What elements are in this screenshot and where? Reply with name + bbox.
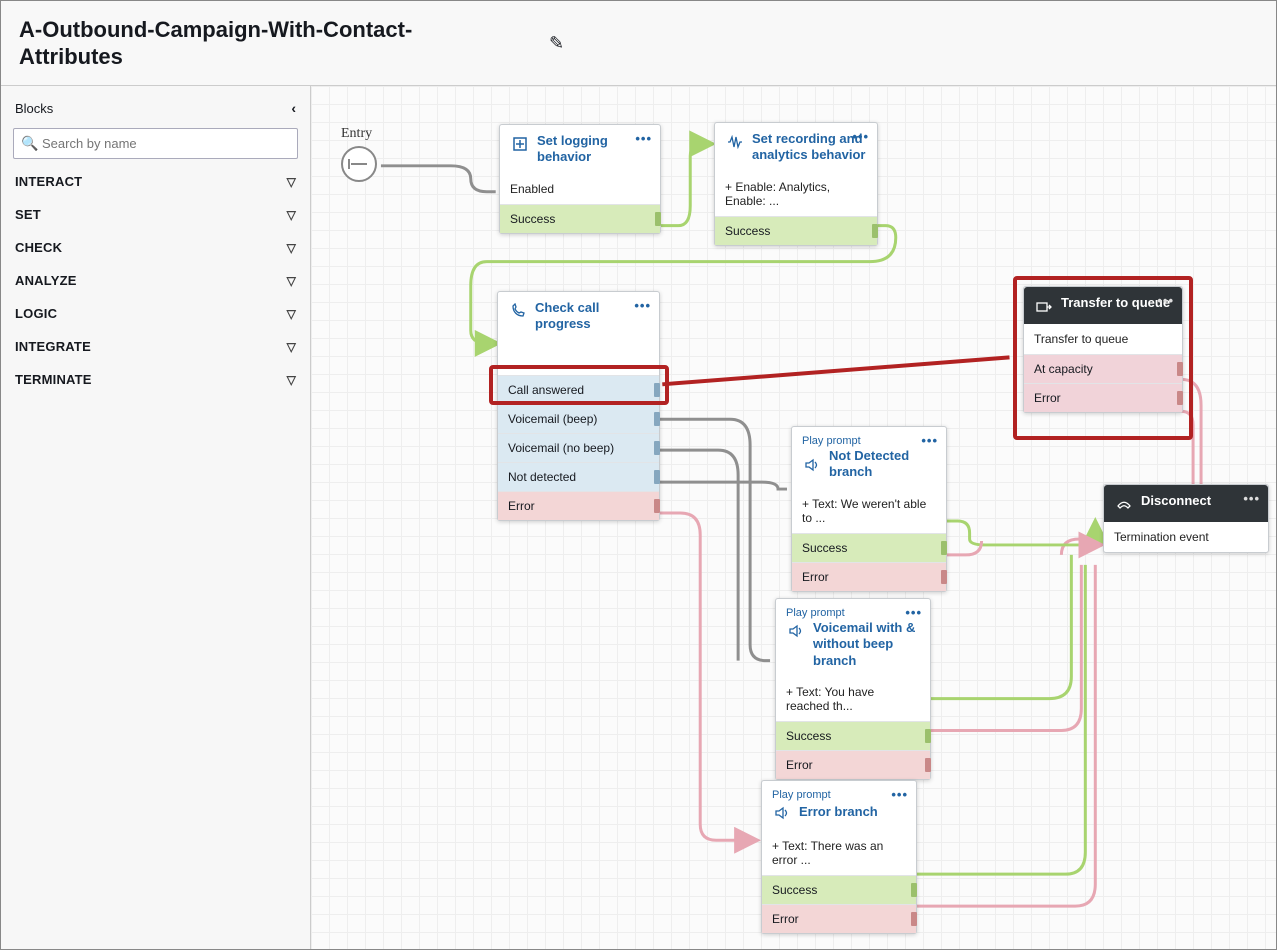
node-play-prompt-not-detected[interactable]: Play prompt Not Detected branch ••• + Te… [791, 426, 947, 592]
node-body [498, 341, 659, 375]
category-terminate[interactable]: TERMINATE▽ [1, 363, 310, 396]
outcome-error[interactable]: Error [762, 904, 916, 933]
speaker-icon [802, 455, 822, 475]
sidebar-header: Blocks ‹ [1, 94, 310, 122]
entry-node[interactable]: Entry [341, 126, 377, 182]
queue-transfer-icon [1034, 296, 1054, 316]
node-play-prompt-error[interactable]: Play prompt Error branch ••• + Text: The… [761, 780, 917, 934]
analytics-waveform-icon [725, 132, 745, 152]
category-analyze[interactable]: ANALYZE▽ [1, 264, 310, 297]
node-eyebrow: Play prompt [786, 607, 845, 619]
search-input[interactable] [13, 128, 298, 159]
node-title: Set recording and analytics behavior [752, 131, 867, 164]
outcome-error[interactable]: Error [792, 562, 946, 591]
node-body: + Text: There was an error ... [762, 831, 916, 875]
node-menu-icon[interactable]: ••• [852, 129, 869, 144]
node-body: + Text: You have reached th... [776, 677, 930, 721]
category-interact[interactable]: INTERACT▽ [1, 165, 310, 198]
settings-icon [510, 134, 530, 154]
node-body: Transfer to queue [1024, 324, 1182, 354]
node-title: Check call progress [535, 300, 649, 333]
sidebar: Blocks ‹ 🔍 INTERACT▽ SET▽ CHECK▽ ANALYZE… [1, 86, 311, 949]
category-set[interactable]: SET▽ [1, 198, 310, 231]
outcome-error[interactable]: Error [776, 750, 930, 779]
collapse-sidebar-icon[interactable]: ‹ [291, 100, 296, 116]
speaker-icon [786, 621, 806, 641]
chevron-down-icon: ▽ [287, 340, 296, 354]
outcome-success[interactable]: Success [762, 875, 916, 904]
node-title: Error branch [799, 804, 878, 820]
main: Blocks ‹ 🔍 INTERACT▽ SET▽ CHECK▽ ANALYZE… [1, 86, 1276, 949]
node-title: Disconnect [1141, 493, 1211, 509]
flow-title: A-Outbound-Campaign-With-Contact-Attribu… [19, 16, 499, 71]
node-menu-icon[interactable]: ••• [634, 298, 651, 313]
category-logic[interactable]: LOGIC▽ [1, 297, 310, 330]
node-check-call-progress[interactable]: Check call progress ••• Call answered Vo… [497, 291, 660, 521]
node-set-recording[interactable]: Set recording and analytics behavior •••… [714, 122, 878, 246]
outcome-success[interactable]: Success [500, 204, 660, 233]
category-check[interactable]: CHECK▽ [1, 231, 310, 264]
node-body: + Text: We weren't able to ... [792, 489, 946, 533]
node-body: + Enable: Analytics, Enable: ... [715, 172, 877, 216]
outcome-call-answered[interactable]: Call answered [498, 375, 659, 404]
sidebar-title: Blocks [15, 101, 53, 116]
chevron-down-icon: ▽ [287, 175, 296, 189]
speaker-icon [772, 803, 792, 823]
entry-port-icon [341, 146, 377, 182]
node-menu-icon[interactable]: ••• [905, 605, 922, 620]
chevron-down-icon: ▽ [287, 274, 296, 288]
outcome-error[interactable]: Error [498, 491, 659, 520]
node-menu-icon[interactable]: ••• [891, 787, 908, 802]
disconnect-icon [1114, 494, 1134, 514]
chevron-down-icon: ▽ [287, 373, 296, 387]
chevron-down-icon: ▽ [287, 307, 296, 321]
node-title: Voicemail with & without beep branch [813, 620, 920, 669]
node-menu-icon[interactable]: ••• [921, 433, 938, 448]
search-icon: 🔍 [21, 135, 38, 152]
outcome-voicemail-nobeep[interactable]: Voicemail (no beep) [498, 433, 659, 462]
flow-canvas[interactable]: Entry Set logging behavior ••• Enabled S… [311, 86, 1276, 949]
node-menu-icon[interactable]: ••• [1157, 293, 1174, 308]
node-body: Enabled [500, 174, 660, 204]
phone-check-icon [508, 301, 528, 321]
edit-title-icon[interactable]: ✎ [549, 33, 564, 54]
node-transfer-to-queue[interactable]: Transfer to queue ••• Transfer to queue … [1023, 286, 1183, 413]
node-play-prompt-voicemail[interactable]: Play prompt Voicemail with & without bee… [775, 598, 931, 780]
chevron-down-icon: ▽ [287, 241, 296, 255]
outcome-at-capacity[interactable]: At capacity [1024, 354, 1182, 383]
app-frame: A-Outbound-Campaign-With-Contact-Attribu… [0, 0, 1277, 950]
entry-label: Entry [341, 126, 377, 146]
node-menu-icon[interactable]: ••• [635, 131, 652, 146]
outcome-success[interactable]: Success [776, 721, 930, 750]
outcome-voicemail-beep[interactable]: Voicemail (beep) [498, 404, 659, 433]
outcome-success[interactable]: Success [792, 533, 946, 562]
header: A-Outbound-Campaign-With-Contact-Attribu… [1, 1, 1276, 86]
node-disconnect[interactable]: Disconnect ••• Termination event [1103, 484, 1269, 553]
node-title: Set logging behavior [537, 133, 650, 166]
node-eyebrow: Play prompt [772, 789, 831, 801]
chevron-down-icon: ▽ [287, 208, 296, 222]
node-eyebrow: Play prompt [802, 435, 861, 447]
node-title: Transfer to queue [1061, 295, 1170, 311]
node-body: Termination event [1104, 522, 1268, 552]
node-menu-icon[interactable]: ••• [1243, 491, 1260, 506]
category-integrate[interactable]: INTEGRATE▽ [1, 330, 310, 363]
node-set-logging[interactable]: Set logging behavior ••• Enabled Success [499, 124, 661, 234]
node-title: Not Detected branch [829, 448, 936, 481]
outcome-not-detected[interactable]: Not detected [498, 462, 659, 491]
search-wrapper: 🔍 [13, 128, 298, 159]
outcome-success[interactable]: Success [715, 216, 877, 245]
outcome-error[interactable]: Error [1024, 383, 1182, 412]
